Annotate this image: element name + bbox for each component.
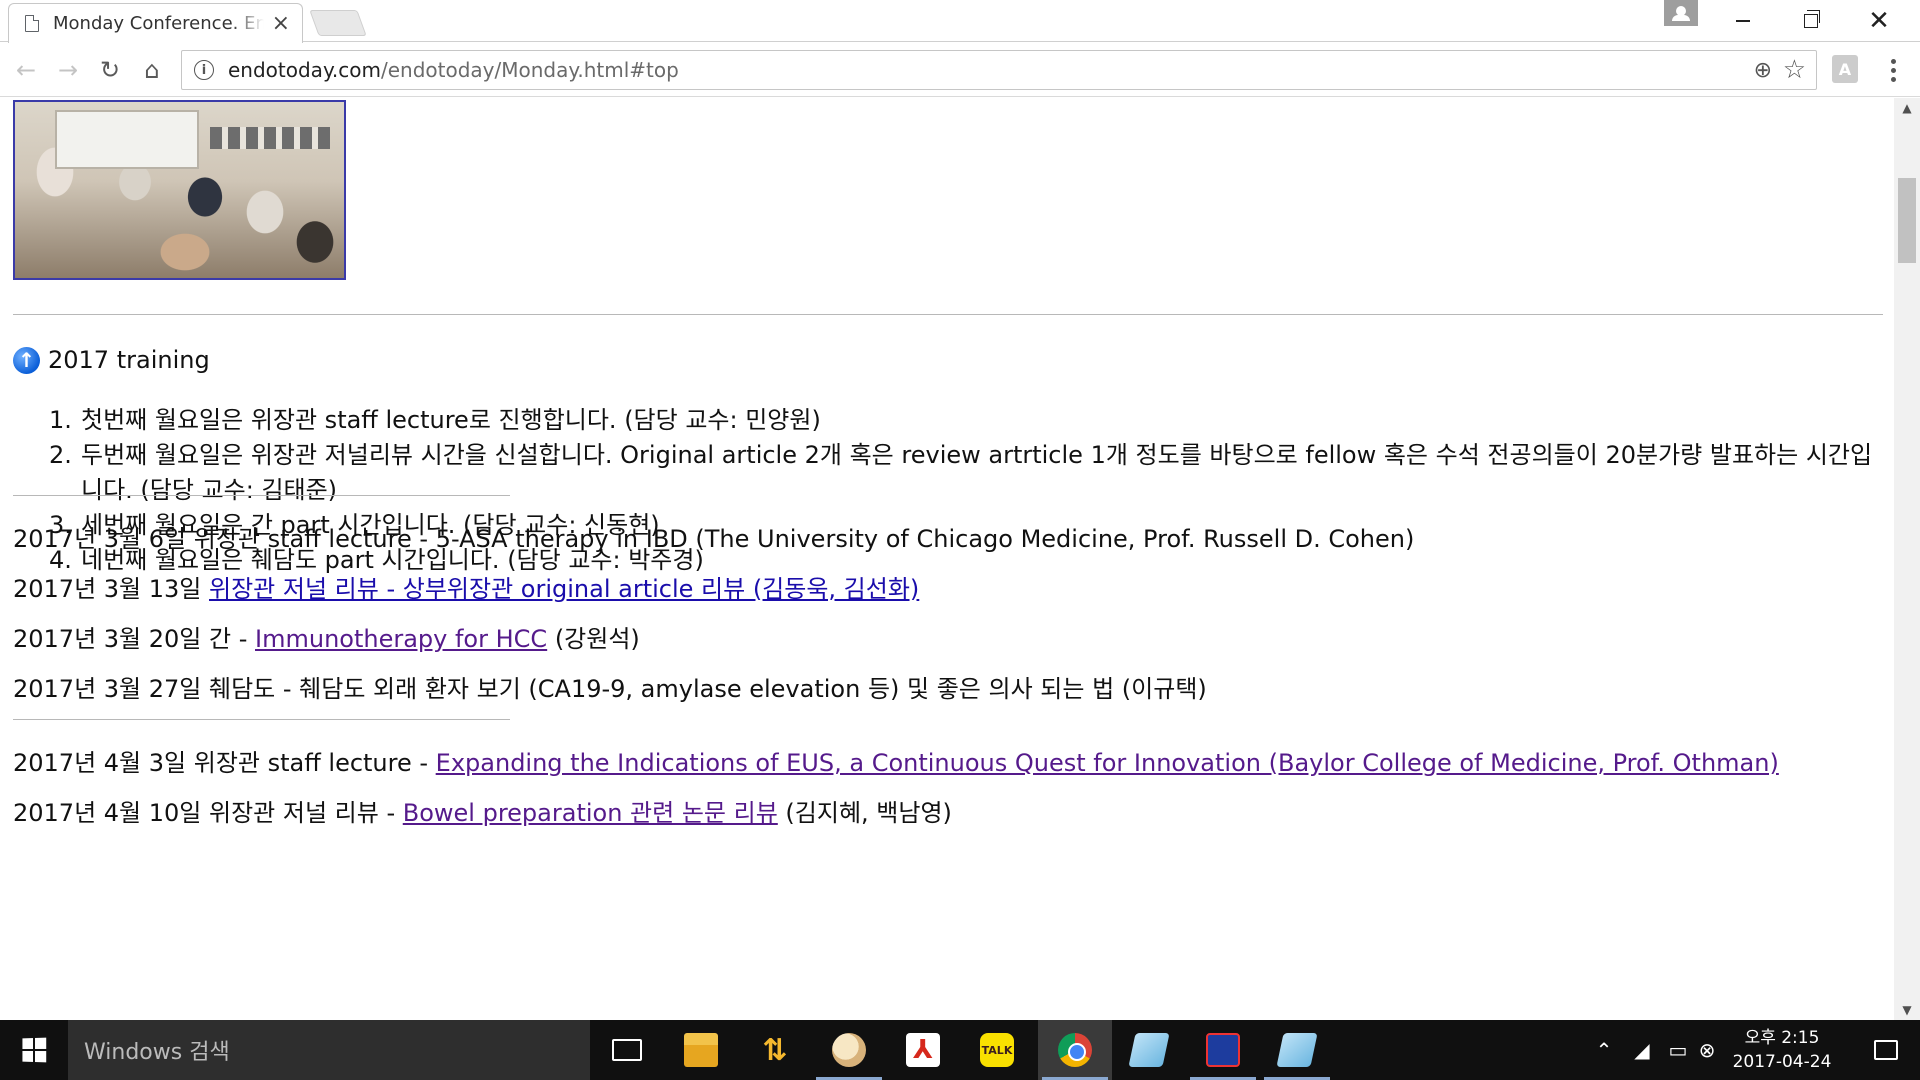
page-icon: [25, 15, 39, 32]
page-viewport: ↑ 2017 training 1. 첫번째 월요일은 위장관 staff lec…: [0, 98, 1894, 1020]
start-button[interactable]: [0, 1020, 68, 1080]
clock-time: 오후 2:15: [1744, 1028, 1820, 1048]
task-view-button[interactable]: [590, 1020, 664, 1080]
entry-link[interactable]: Bowel preparation 관련 논문 리뷰: [403, 799, 778, 827]
zoom-icon[interactable]: ⊕: [1754, 58, 1772, 83]
paint-icon: [832, 1033, 866, 1067]
profile-icon[interactable]: [1664, 0, 1698, 26]
windows-logo-icon: [22, 1037, 47, 1063]
taskbar-paint[interactable]: [812, 1020, 886, 1080]
schedule-entry: 2017년 4월 10일 위장관 저널 리뷰 - Bowel preparati…: [13, 799, 952, 827]
forward-arrow-icon[interactable]: →: [52, 54, 84, 86]
scroll-up-icon[interactable]: ▲: [1894, 98, 1920, 118]
pdf-extension-icon[interactable]: A: [1832, 55, 1858, 83]
sync-icon: ⇅: [762, 1032, 788, 1068]
schedule-entry: 2017년 4월 3일 위장관 staff lecture - Expandin…: [13, 749, 1779, 777]
notepad-icon: [1128, 1033, 1170, 1067]
scroll-down-icon[interactable]: ▼: [1894, 1000, 1920, 1020]
taskbar-pdf-reader[interactable]: ⅄: [886, 1020, 960, 1080]
tray-chevron-icon[interactable]: ⌃: [1586, 1020, 1622, 1080]
taskbar-kakaotalk[interactable]: TALK: [960, 1020, 1034, 1080]
divider: [13, 495, 510, 496]
section-title: 2017 training: [48, 346, 210, 374]
address-bar[interactable]: i endotoday.com/endotoday/Monday.html#to…: [181, 50, 1817, 90]
taskbar: Windows 검색 ⇅ ⅄ TALK ⌃ ◢ ▭ ⊗ 오후 2:15 2017…: [0, 1020, 1920, 1080]
taskbar-chrome[interactable]: [1038, 1020, 1112, 1080]
schedule-entry: 2017년 3월 20일 간 - Immunotherapy for HCC (…: [13, 625, 640, 653]
notepad-icon: [1276, 1033, 1318, 1067]
divider: [13, 719, 510, 720]
schedule-entry: 2017년 3월 13일 위장관 저널 리뷰 - 상부위장관 original …: [13, 575, 920, 603]
taskbar-file-explorer[interactable]: [664, 1020, 738, 1080]
task-view-icon: [612, 1039, 642, 1061]
kakaotalk-icon: TALK: [980, 1033, 1014, 1067]
notification-icon: [1874, 1040, 1898, 1060]
taskbar-sync-app[interactable]: ⇅: [738, 1020, 812, 1080]
url-path: /endotoday/Monday.html#top: [381, 58, 679, 82]
back-arrow-icon[interactable]: ←: [10, 54, 42, 86]
folder-icon: [684, 1033, 718, 1067]
entry-link[interactable]: Immunotherapy for HCC: [255, 625, 547, 653]
chrome-icon: [1058, 1033, 1092, 1067]
battery-icon[interactable]: ▭: [1660, 1020, 1696, 1080]
up-arrow-icon[interactable]: ↑: [13, 346, 40, 374]
list-item: 2. 두번째 월요일은 위장관 저널리뷰 시간을 신설합니다. Original …: [49, 441, 1873, 504]
new-tab-button[interactable]: [309, 10, 367, 36]
browser-toolbar: ← → ↻ ⌂ i endotoday.com/endotoday/Monday…: [0, 42, 1920, 97]
minimize-icon: [1736, 20, 1750, 22]
tab-strip: Monday Conference. Endotoday × ✕: [0, 0, 1920, 43]
action-center-button[interactable]: [1852, 1020, 1920, 1080]
reload-icon[interactable]: ↻: [94, 54, 126, 86]
conference-photo[interactable]: [13, 100, 346, 280]
site-info-icon[interactable]: i: [194, 60, 214, 80]
divider: [13, 314, 1883, 315]
minimize-button[interactable]: [1710, 0, 1776, 42]
schedule-entry: 2017년 3월 27일 췌담도 - 췌담도 외래 환자 보기 (CA19-9,…: [13, 675, 1207, 703]
url-domain: endotoday.com: [228, 58, 381, 82]
taskbar-save-app[interactable]: [1186, 1020, 1260, 1080]
section-heading: ↑ 2017 training: [13, 346, 210, 374]
home-icon[interactable]: ⌂: [136, 54, 168, 86]
close-tab-icon[interactable]: ×: [272, 12, 290, 35]
entry-link[interactable]: 위장관 저널 리뷰 - 상부위장관 original article 리뷰 (김…: [209, 575, 919, 603]
tab-title: Monday Conference. Endotoday: [53, 13, 264, 34]
scrollbar-thumb[interactable]: [1898, 178, 1916, 263]
close-window-button[interactable]: ✕: [1846, 0, 1912, 42]
bookmark-star-icon[interactable]: ☆: [1783, 55, 1806, 85]
taskbar-notepad-2[interactable]: [1260, 1020, 1334, 1080]
vertical-scrollbar[interactable]: ▲ ▼: [1894, 98, 1920, 1020]
browser-tab[interactable]: Monday Conference. Endotoday ×: [8, 3, 303, 43]
schedule-entry: 2017년 3월 6일 위장관 staff lecture - 5-ASA th…: [13, 525, 1415, 553]
floppy-icon: [1206, 1033, 1240, 1067]
pdf-icon: ⅄: [906, 1033, 940, 1067]
restore-icon: [1804, 10, 1820, 28]
taskbar-notepad[interactable]: [1112, 1020, 1186, 1080]
clock-date: 2017-04-24: [1732, 1052, 1832, 1072]
list-item: 1. 첫번째 월요일은 위장관 staff lecture로 진행합니다. (담당…: [49, 406, 821, 434]
system-clock[interactable]: 오후 2:15 2017-04-24: [1712, 1026, 1852, 1074]
url-text[interactable]: endotoday.com/endotoday/Monday.html#top: [228, 58, 679, 82]
restore-button[interactable]: [1778, 0, 1844, 42]
menu-icon[interactable]: [1880, 54, 1906, 86]
entry-link[interactable]: Expanding the Indications of EUS, a Cont…: [436, 749, 1779, 777]
taskbar-search[interactable]: Windows 검색: [68, 1020, 590, 1080]
network-icon[interactable]: ◢: [1624, 1020, 1660, 1080]
